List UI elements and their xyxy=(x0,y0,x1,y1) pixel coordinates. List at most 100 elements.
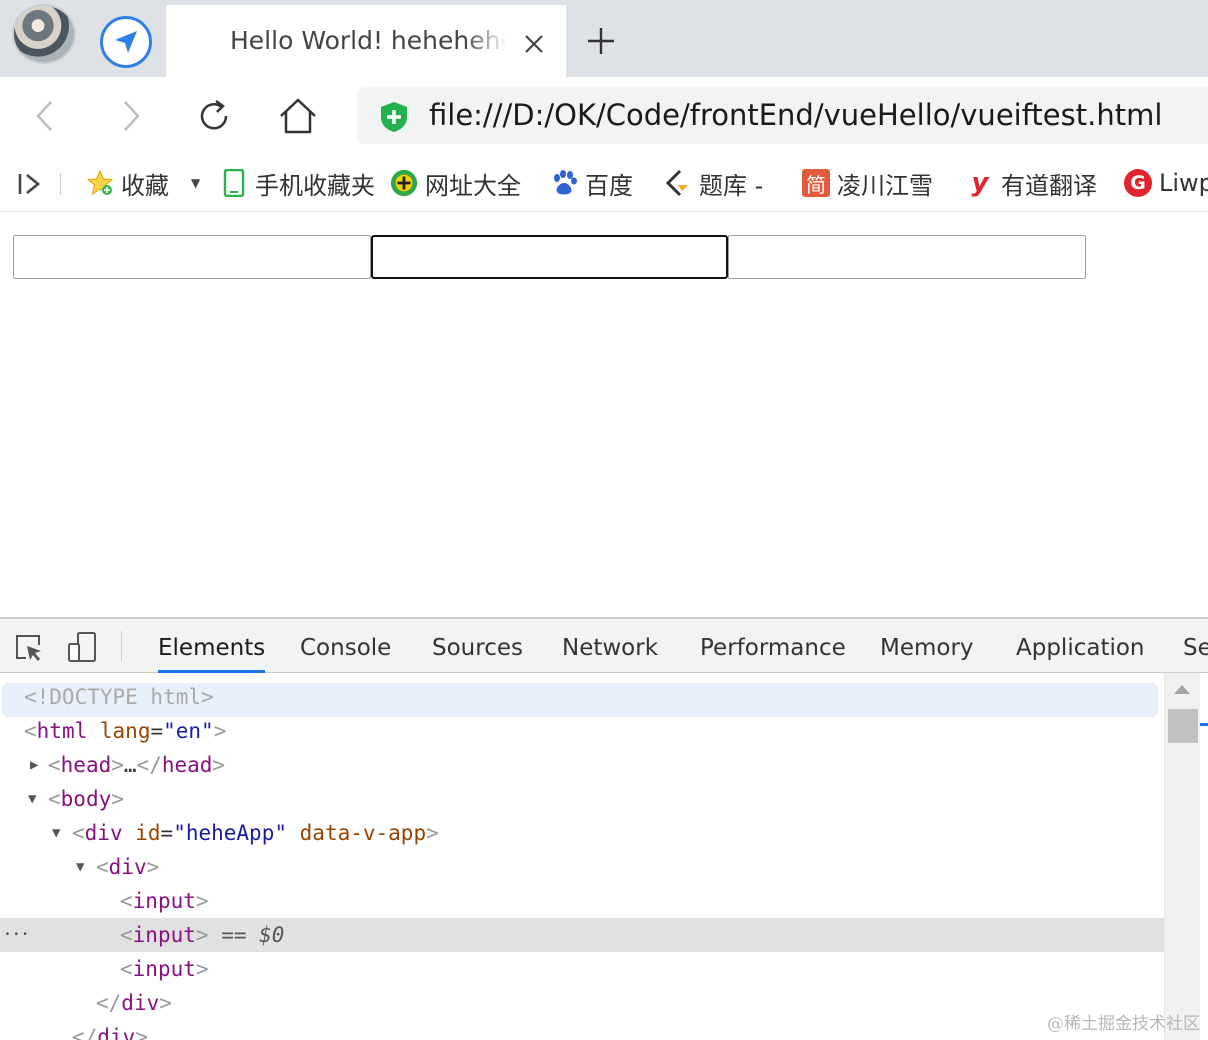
tab-active[interactable]: Hello World! hehehehehe xyxy=(166,5,566,77)
g-icon: G xyxy=(1124,169,1152,197)
shield-icon xyxy=(381,102,407,132)
tag-name: div xyxy=(108,855,147,879)
bookmark-label: 收藏 xyxy=(121,171,169,200)
bookmark-baidu[interactable]: 百度 xyxy=(550,165,633,201)
tag-name: head xyxy=(161,753,213,777)
tab-performance[interactable]: Performance xyxy=(700,619,846,673)
scroll-up-arrow-icon[interactable] xyxy=(1174,685,1190,694)
browser-toolbar: file:///D:/OK/Code/frontEnd/vueHello/vue… xyxy=(0,77,1208,155)
selected-node-marker: == $0 xyxy=(221,923,285,947)
dom-tree: <!DOCTYPE html> <html lang="en"> ▶ <head… xyxy=(0,673,1164,1040)
dom-node-input[interactable]: <input> xyxy=(0,884,1164,918)
tag-name: html xyxy=(36,719,88,743)
attr-name: data-v-app xyxy=(299,821,427,845)
bookmark-label: 百度 xyxy=(585,171,633,200)
tab-security[interactable]: Se xyxy=(1183,619,1208,673)
dom-node-doctype[interactable]: <!DOCTYPE html> xyxy=(0,680,1164,717)
star-icon xyxy=(86,169,114,197)
tag-name: input xyxy=(132,957,196,981)
device-toolbar-icon[interactable] xyxy=(66,631,98,663)
dom-tree-scrollbar[interactable] xyxy=(1164,673,1200,1040)
url-text[interactable]: file:///D:/OK/Code/frontEnd/vueHello/vue… xyxy=(429,98,1162,132)
youdao-icon: y xyxy=(971,168,989,198)
dom-node-app-div-close[interactable]: </div> xyxy=(0,1020,1164,1040)
bookmark-label: 手机收藏夹 xyxy=(255,171,375,200)
attr-name: id xyxy=(135,821,161,845)
dom-node-body[interactable]: ▼ <body> xyxy=(0,782,1164,816)
scroll-thumb[interactable] xyxy=(1168,709,1198,743)
page-viewport xyxy=(0,213,1208,617)
text-input-3[interactable] xyxy=(728,235,1086,279)
tag-name: head xyxy=(60,753,112,777)
attr-name: lang xyxy=(99,719,151,743)
navigation-icon[interactable] xyxy=(100,16,152,68)
bookmark-label: Liwp xyxy=(1159,169,1208,197)
sidebar-toggle-icon[interactable] xyxy=(17,171,43,197)
new-tab-icon[interactable] xyxy=(584,24,618,58)
bookmark-youdao[interactable]: y 有道翻译 xyxy=(966,165,1097,201)
tag-name: input xyxy=(132,923,196,947)
tab-title: Hello World! hehehehehe xyxy=(230,26,506,55)
bookmark-site-directory[interactable]: 网址大全 xyxy=(390,165,521,201)
attr-value: "heheApp" xyxy=(173,821,287,845)
watermark: @稀土掘金技术社区 xyxy=(1047,1014,1200,1034)
tab-console[interactable]: Console xyxy=(300,619,391,673)
dom-node-input-selected[interactable]: ··· <input> == $0 xyxy=(0,918,1164,952)
tag-name: div xyxy=(97,1025,136,1040)
dom-node-head[interactable]: ▶ <head>…</head> xyxy=(0,748,1164,782)
bookmarks-bar: 收藏 ▼ 手机收藏夹 网址大全 百度 题库 - 简 凌川江雪 y 有道翻译 G xyxy=(0,155,1208,212)
devtools-panel: Elements Console Sources Network Perform… xyxy=(0,617,1208,1040)
tab-sources[interactable]: Sources xyxy=(432,619,523,673)
side-panel-edge xyxy=(1200,673,1208,1040)
tab-network[interactable]: Network xyxy=(562,619,658,673)
bookmark-label: 题库 - xyxy=(699,171,764,200)
reload-icon[interactable] xyxy=(192,94,236,138)
more-actions-icon[interactable]: ··· xyxy=(2,918,30,952)
chevron-down-icon[interactable]: ▼ xyxy=(191,176,200,190)
tag-name: input xyxy=(132,889,196,913)
dom-node-app-div[interactable]: ▼ <div id="heheApp" data-v-app> xyxy=(0,816,1164,850)
address-bar[interactable]: file:///D:/OK/Code/frontEnd/vueHello/vue… xyxy=(357,87,1208,144)
back-icon[interactable] xyxy=(24,94,68,138)
bookmark-lingchuan[interactable]: 简 凌川江雪 xyxy=(802,165,933,201)
divider xyxy=(60,173,61,195)
collapse-triangle-icon[interactable]: ▼ xyxy=(52,816,66,850)
expand-triangle-icon[interactable]: ▶ xyxy=(30,748,44,782)
attr-value: "en" xyxy=(163,719,214,743)
avatar[interactable] xyxy=(12,4,76,64)
home-icon[interactable] xyxy=(276,94,320,138)
quiz-icon xyxy=(664,169,692,197)
jian-icon: 简 xyxy=(802,169,830,197)
forward-icon[interactable] xyxy=(108,94,152,138)
baidu-paw-icon xyxy=(550,169,578,197)
collapse-triangle-icon[interactable]: ▼ xyxy=(76,850,90,884)
text-input-1[interactable] xyxy=(13,235,371,279)
dom-node-html[interactable]: <html lang="en"> xyxy=(0,714,1164,748)
bookmark-favorites[interactable]: 收藏 ▼ xyxy=(86,165,200,201)
site-directory-icon xyxy=(390,169,418,197)
inspect-element-icon[interactable] xyxy=(14,633,44,663)
bookmark-mobile[interactable]: 手机收藏夹 xyxy=(220,165,375,201)
close-icon[interactable] xyxy=(521,31,547,57)
dom-node-inner-div[interactable]: ▼ <div> xyxy=(0,850,1164,884)
bookmark-label: 有道翻译 xyxy=(1001,171,1097,200)
dom-node-inner-div-close[interactable]: </div> xyxy=(0,986,1164,1020)
bookmark-label: 网址大全 xyxy=(425,171,521,200)
collapse-triangle-icon[interactable]: ▼ xyxy=(28,782,42,816)
tag-name: body xyxy=(60,787,112,811)
tab-memory[interactable]: Memory xyxy=(880,619,974,673)
active-indicator xyxy=(1200,723,1208,726)
tab-elements[interactable]: Elements xyxy=(158,619,266,673)
bookmark-liwp[interactable]: G Liwp xyxy=(1124,165,1208,201)
divider xyxy=(121,631,122,661)
doctype-text: <!DOCTYPE html> xyxy=(24,685,214,709)
collapsed-ellipsis[interactable]: … xyxy=(124,753,137,777)
tag-name: div xyxy=(121,991,160,1015)
dom-node-input[interactable]: <input> xyxy=(0,952,1164,986)
phone-icon xyxy=(220,169,248,197)
bookmark-label: 凌川江雪 xyxy=(837,171,933,200)
tab-application[interactable]: Application xyxy=(1016,619,1145,673)
text-input-2-focused[interactable] xyxy=(371,235,728,279)
tag-name: div xyxy=(84,821,123,845)
bookmark-quiz[interactable]: 题库 - xyxy=(664,165,763,201)
